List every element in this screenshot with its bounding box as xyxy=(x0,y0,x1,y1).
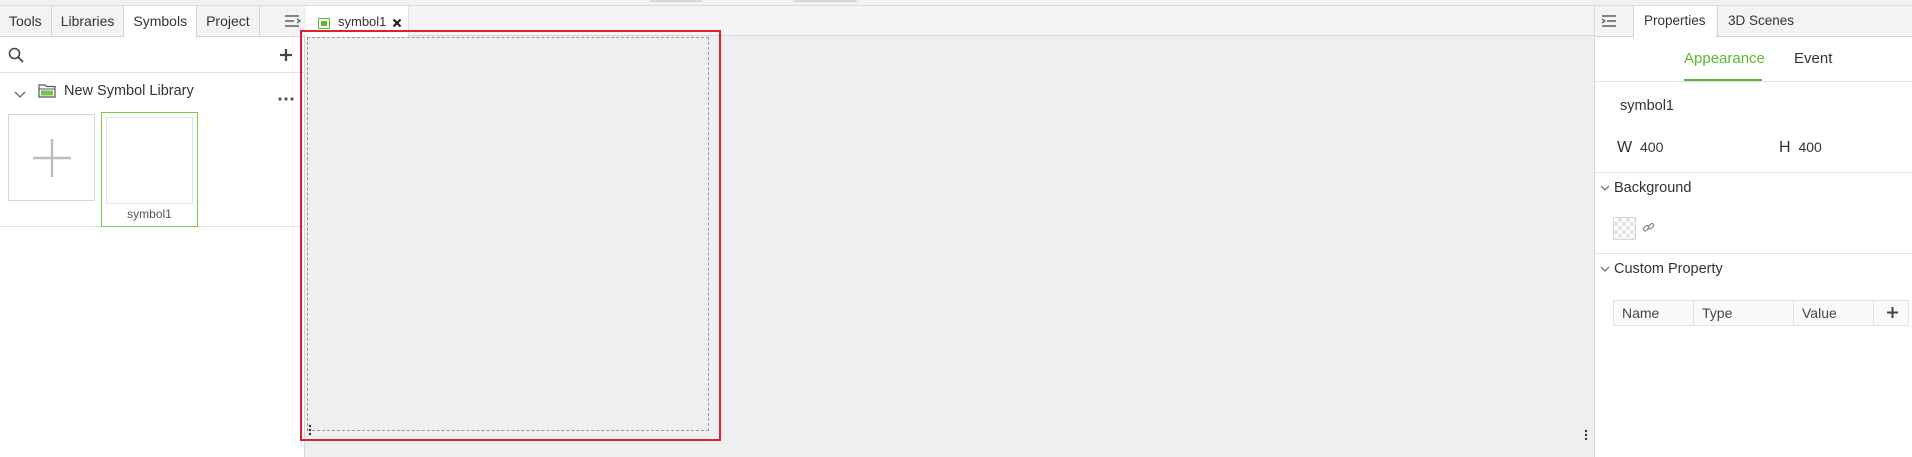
tab-symbols[interactable]: Symbols xyxy=(124,6,198,38)
close-icon[interactable] xyxy=(392,15,402,31)
custom-property-section-header[interactable]: Custom Property xyxy=(1600,261,1723,277)
add-library-icon[interactable] xyxy=(279,48,293,65)
background-section-title: Background xyxy=(1614,180,1692,196)
library-name: New Symbol Library xyxy=(64,83,194,99)
active-tab-indicator xyxy=(1684,79,1762,81)
background-section-header[interactable]: Background xyxy=(1600,180,1691,196)
search-icon[interactable] xyxy=(8,47,24,66)
tab-3d-scenes[interactable]: 3D Scenes xyxy=(1717,6,1804,37)
column-header-value[interactable]: Value xyxy=(1794,301,1874,325)
symbol-thumbnail xyxy=(106,117,193,204)
width-label: W xyxy=(1617,139,1633,156)
symbol-grid: symbol1 xyxy=(0,110,305,227)
width-field[interactable]: W 400 xyxy=(1617,139,1663,157)
search-input[interactable] xyxy=(30,44,270,66)
editor-area: symbol1 xyxy=(300,6,1594,457)
top-strip-handle xyxy=(650,0,702,2)
chevron-down-icon[interactable] xyxy=(14,86,26,102)
right-panel-tabs: Properties 3D Scenes xyxy=(1595,6,1912,38)
resize-handle-icon[interactable] xyxy=(308,423,312,436)
folder-icon xyxy=(38,83,56,101)
collapse-panel-icon[interactable] xyxy=(1601,14,1617,31)
divider xyxy=(1595,172,1912,173)
tab-event[interactable]: Event xyxy=(1794,50,1832,67)
tab-libraries[interactable]: Libraries xyxy=(52,6,125,37)
add-property-icon[interactable] xyxy=(1886,306,1899,322)
top-strip-handle xyxy=(793,0,857,2)
add-symbol-button[interactable] xyxy=(8,114,95,201)
width-value[interactable]: 400 xyxy=(1640,139,1663,155)
column-header-name[interactable]: Name xyxy=(1614,301,1694,325)
column-header-type[interactable]: Type xyxy=(1694,301,1794,325)
height-value[interactable]: 400 xyxy=(1798,139,1821,155)
symbol-name-field[interactable]: symbol1 xyxy=(1620,98,1674,114)
left-panel: Tools Libraries Symbols Project New Symb… xyxy=(0,6,305,457)
background-color-swatch[interactable] xyxy=(1613,217,1636,240)
tab-properties[interactable]: Properties xyxy=(1633,6,1716,38)
symbol-card[interactable]: symbol1 xyxy=(101,112,198,227)
symbol-card-label: symbol1 xyxy=(127,207,172,221)
document-tab-label: symbol1 xyxy=(338,14,387,29)
symbol-canvas-selection[interactable] xyxy=(300,30,721,441)
tab-tools[interactable]: Tools xyxy=(0,6,52,37)
height-label: H xyxy=(1779,139,1791,156)
library-row[interactable]: New Symbol Library xyxy=(0,74,305,108)
tab-project[interactable]: Project xyxy=(197,6,260,37)
height-field[interactable]: H 400 xyxy=(1779,139,1822,157)
custom-property-table-header: Name Type Value xyxy=(1613,300,1909,326)
plus-icon xyxy=(33,139,71,177)
panel-menu-icon[interactable] xyxy=(284,13,302,29)
chevron-down-icon xyxy=(1600,261,1610,277)
symbol-canvas[interactable] xyxy=(307,37,709,431)
property-subtabs: Appearance Event xyxy=(1595,38,1912,82)
link-icon[interactable] xyxy=(1642,221,1655,237)
custom-property-section-title: Custom Property xyxy=(1614,261,1723,277)
vertical-ellipsis-icon[interactable] xyxy=(1584,428,1588,441)
tab-appearance[interactable]: Appearance xyxy=(1684,50,1765,67)
properties-panel: Properties 3D Scenes Appearance Event sy… xyxy=(1594,6,1912,457)
divider xyxy=(1595,253,1912,254)
symbol-search-bar xyxy=(0,38,305,73)
chevron-down-icon xyxy=(1600,180,1610,196)
more-options-icon[interactable] xyxy=(278,88,294,104)
left-panel-tabs: Tools Libraries Symbols Project xyxy=(0,6,305,38)
